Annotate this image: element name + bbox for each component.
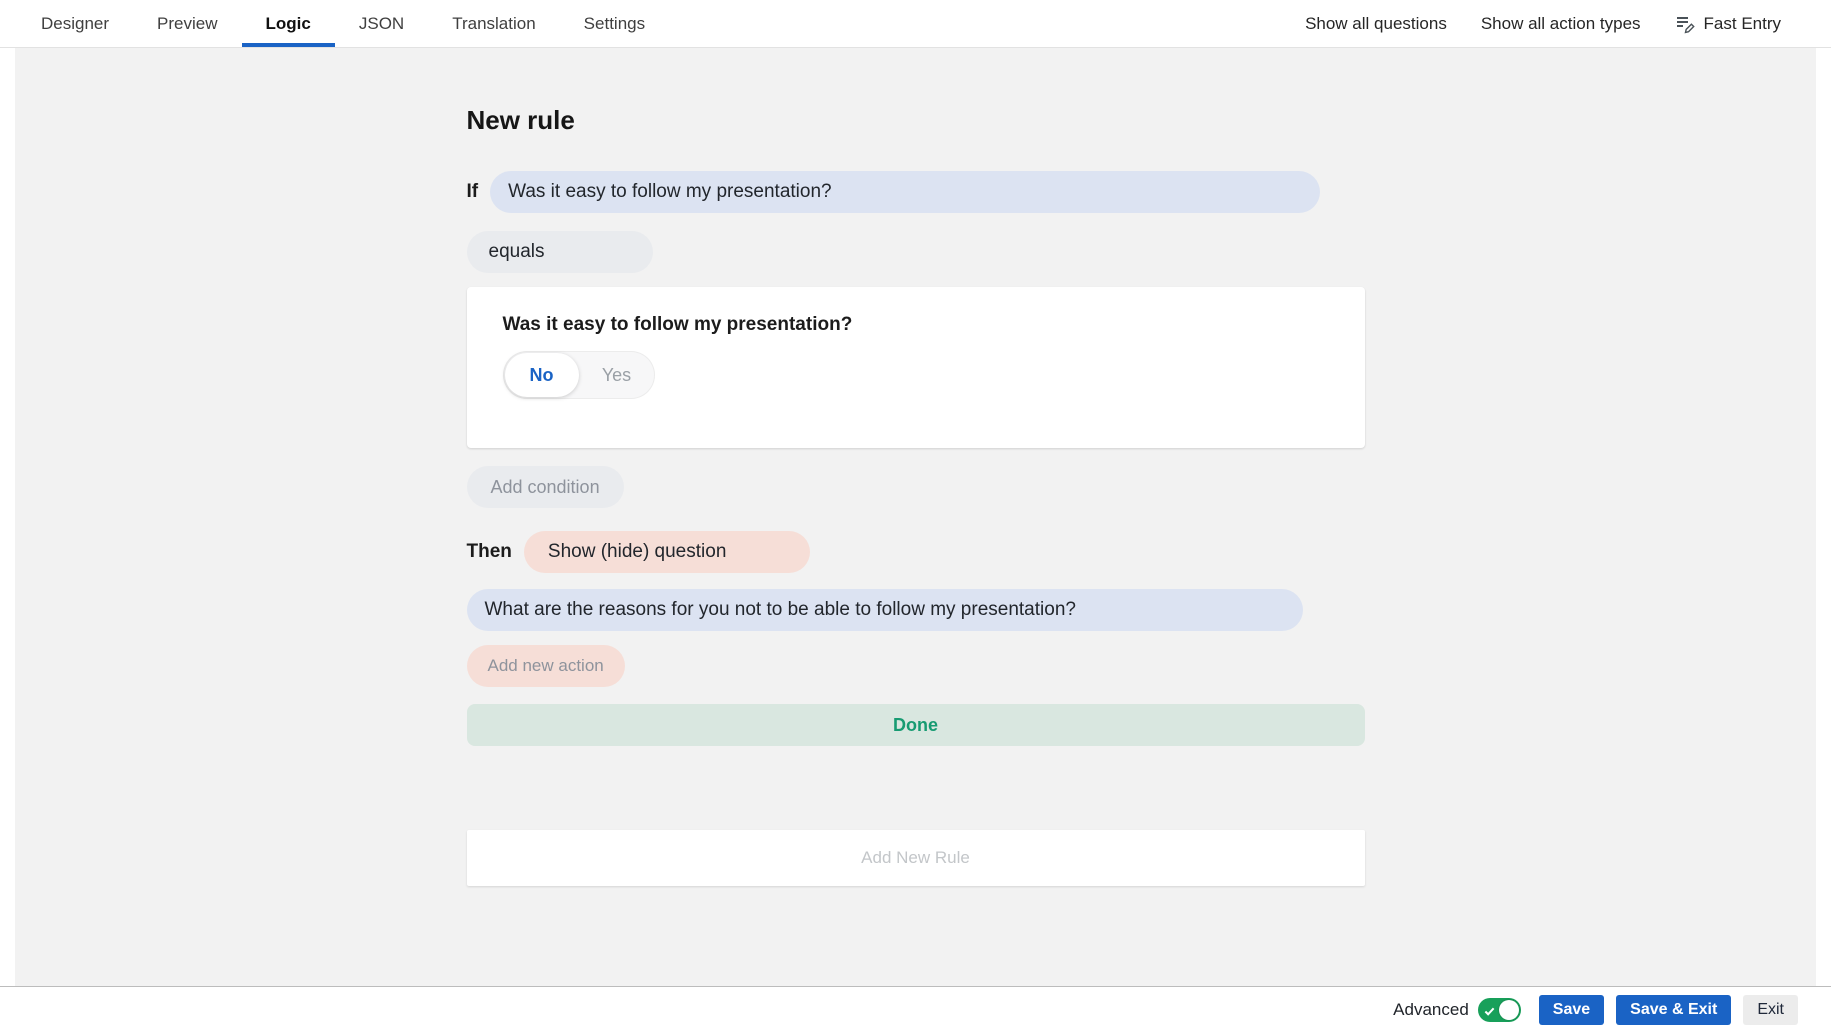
check-icon: [1484, 1004, 1495, 1022]
if-label: If: [467, 181, 479, 203]
condition-value-card: Was it easy to follow my presentation? N…: [467, 287, 1365, 448]
boolean-option-yes[interactable]: Yes: [579, 365, 655, 386]
tab-designer[interactable]: Designer: [17, 0, 133, 47]
add-new-action-button[interactable]: Add new action: [467, 645, 625, 687]
show-all-action-types-button[interactable]: Show all action types: [1481, 14, 1641, 34]
tab-json[interactable]: JSON: [335, 0, 428, 47]
fast-entry-button[interactable]: Fast Entry: [1675, 13, 1781, 34]
show-all-questions-button[interactable]: Show all questions: [1305, 14, 1447, 34]
action-type-dropdown[interactable]: Show (hide) question: [524, 531, 810, 573]
advanced-toggle[interactable]: [1478, 998, 1521, 1022]
rule-title: New rule: [467, 105, 1365, 135]
condition-question-dropdown[interactable]: Was it easy to follow my presentation?: [490, 171, 1320, 213]
boolean-value-switch[interactable]: No Yes: [503, 351, 655, 399]
tab-preview[interactable]: Preview: [133, 0, 241, 47]
tab-settings[interactable]: Settings: [560, 0, 669, 47]
if-row: If Was it easy to follow my presentation…: [467, 171, 1365, 213]
value-question-title: Was it easy to follow my presentation?: [503, 314, 1329, 336]
operator-dropdown[interactable]: equals: [467, 231, 653, 273]
bottom-action-bar: Advanced Save Save & Exit Exit: [0, 986, 1831, 1033]
save-and-exit-button[interactable]: Save & Exit: [1616, 995, 1731, 1025]
tab-logic[interactable]: Logic: [242, 0, 335, 47]
fast-entry-icon: [1675, 13, 1696, 34]
add-condition-button[interactable]: Add condition: [467, 466, 624, 508]
then-label: Then: [467, 541, 512, 563]
tab-translation[interactable]: Translation: [428, 0, 559, 47]
add-new-rule-button[interactable]: Add New Rule: [467, 830, 1365, 886]
creator-tabs: Designer Preview Logic JSON Translation …: [17, 0, 669, 47]
exit-button[interactable]: Exit: [1743, 995, 1798, 1025]
advanced-label: Advanced: [1393, 1000, 1469, 1020]
action-question-dropdown[interactable]: What are the reasons for you not to be a…: [467, 589, 1303, 631]
save-button[interactable]: Save: [1539, 995, 1604, 1025]
toggle-knob: [1499, 1000, 1519, 1020]
boolean-option-no[interactable]: No: [505, 353, 579, 397]
top-tab-bar: Designer Preview Logic JSON Translation …: [0, 0, 1831, 48]
done-button[interactable]: Done: [467, 704, 1365, 746]
logic-editor-panel: New rule If Was it easy to follow my pre…: [15, 48, 1816, 986]
fast-entry-label: Fast Entry: [1704, 14, 1781, 34]
then-row: Then Show (hide) question: [467, 531, 1365, 573]
